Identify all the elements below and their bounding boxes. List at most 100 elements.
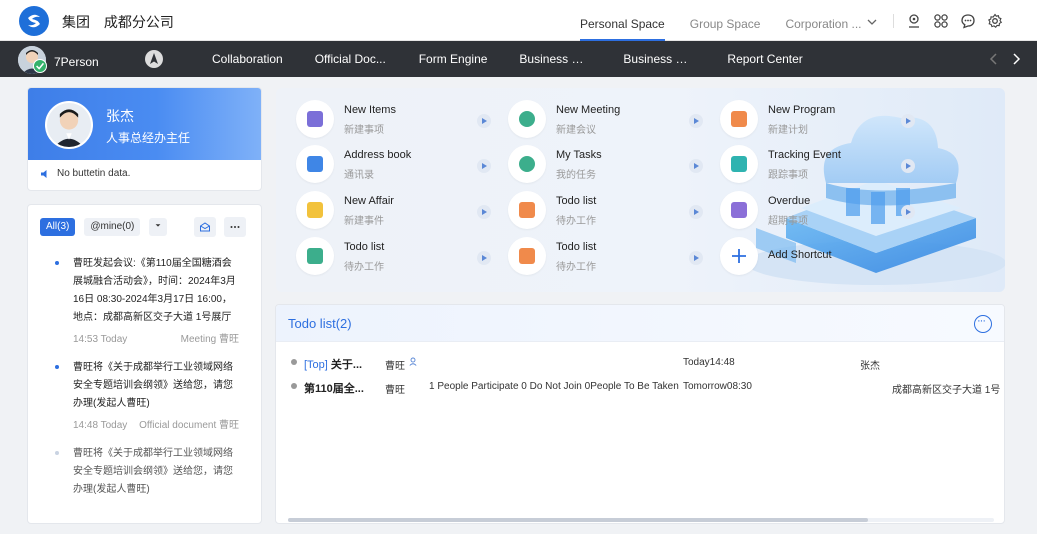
shortcut-title: Todo list: [344, 241, 385, 253]
apps-icon[interactable]: [933, 13, 949, 29]
chevron-right-icon[interactable]: [1008, 51, 1024, 67]
nav-item-form-engine[interactable]: Form Engine: [419, 41, 488, 77]
list-item[interactable]: 曹旺将《关于成都举行工业领域网络安全专题培训会纲领》送给您，请您办理(发起人曹旺…: [28, 445, 261, 499]
shortcut-address-book[interactable]: Address book 通讯录: [276, 145, 491, 185]
org-title: 集团 成都分公司: [62, 12, 184, 32]
shortcut-title: New Meeting: [556, 104, 621, 116]
shortcut-new-meeting[interactable]: New Meeting 新建会议: [488, 100, 703, 140]
shortcut-subtitle: 新建事项: [344, 125, 384, 136]
shortcut-title: My Tasks: [556, 149, 602, 161]
profile-header: 张杰 人事总经办主任: [28, 88, 261, 160]
new-program-icon: [720, 100, 758, 138]
shortcut-panel: New Items 新建事项 New Meeting 新建会议 New Prog…: [276, 88, 1005, 292]
shortcut-overdue[interactable]: Overdue 超期事项: [700, 191, 915, 231]
todo-sender: 曹旺: [385, 361, 405, 372]
nav-menu: Collaboration Official Doc... Form Engin…: [212, 41, 835, 77]
list-item[interactable]: 曹旺将《关于成都举行工业领域网络安全专题培训会纲领》送给您，请您办理(发起人曹旺…: [28, 359, 261, 435]
branch-name: 成都分公司: [103, 14, 174, 30]
arrow-right-icon[interactable]: [901, 205, 915, 219]
new-affair-icon: [296, 191, 334, 229]
location-icon[interactable]: [906, 13, 922, 29]
nav-user-name[interactable]: 7Person: [54, 55, 99, 69]
nav-item-business-or[interactable]: Business Or...: [623, 41, 695, 77]
arrow-right-icon[interactable]: [901, 159, 915, 173]
table-row[interactable]: 第110届全... 曹旺 1 People Participate 0 Do N…: [276, 377, 1004, 397]
todo-subject[interactable]: 第110届全...: [304, 380, 364, 396]
todo-list-icon: [508, 191, 546, 229]
feed-filter-dropdown[interactable]: [149, 218, 168, 236]
tracking-event-icon: [720, 145, 758, 183]
nav-item-business-so[interactable]: Business So...: [519, 41, 591, 77]
overdue-icon: [720, 191, 758, 229]
shortcut-new-affair[interactable]: New Affair 新建事件: [276, 191, 491, 231]
shortcut-tracking-event[interactable]: Tracking Event 跟踪事项: [700, 145, 915, 185]
feed-tab-mine[interactable]: @mine(0): [84, 218, 141, 236]
feed-item-text: 曹旺发起会议:《第110届全国糖酒会展城融合活动会》，时间：2024年3月16日…: [73, 258, 236, 323]
list-item[interactable]: 曹旺发起会议:《第110届全国糖酒会展城融合活动会》，时间：2024年3月16日…: [28, 255, 261, 349]
shortcut-title: Overdue: [768, 195, 811, 207]
scrollbar-thumb[interactable]: [288, 518, 868, 522]
chat-icon[interactable]: [960, 13, 976, 29]
nav-item-report-center[interactable]: Report Center: [727, 41, 802, 77]
nav-item-collaboration[interactable]: Collaboration: [212, 41, 283, 77]
bullet-icon: [291, 383, 297, 389]
shortcut-title: Tracking Event: [768, 149, 841, 161]
profile-name: 张杰: [106, 108, 134, 124]
settings-icon[interactable]: [987, 13, 1003, 29]
shortcut-todo-list-3[interactable]: Todo list 待办工作: [488, 237, 703, 277]
bulletin-text: No buttetin data.: [57, 168, 131, 179]
profile-card: 张杰 人事总经办主任 No buttetin data.: [27, 87, 262, 191]
feed-tools: [194, 217, 254, 237]
shortcut-new-items[interactable]: New Items 新建事项: [276, 100, 491, 140]
table-row[interactable]: [Top] 关于... 曹旺 Today14:48 张杰: [276, 353, 1004, 373]
feed-more-button[interactable]: [224, 217, 246, 237]
user-icon: [409, 357, 417, 366]
todo-subject-text: 关于...: [330, 359, 363, 371]
todo-sender: 曹旺: [385, 385, 405, 396]
todo-list-icon: [296, 237, 334, 275]
bulletin: No buttetin data.: [40, 168, 130, 179]
horizontal-scrollbar[interactable]: [288, 518, 994, 522]
message-feed: All(3) @mine(0) 曹旺发起会议:《第110届全国糖酒会展城融合活动…: [27, 204, 262, 524]
shortcut-title: Address book: [344, 149, 412, 161]
tab-personal-space[interactable]: Personal Space: [580, 0, 665, 41]
shortcut-subtitle: 待办工作: [344, 262, 384, 273]
todo-list-icon: [508, 237, 546, 275]
feed-tabs: All(3) @mine(0): [40, 218, 176, 236]
mark-read-button[interactable]: [194, 217, 216, 237]
todo-time: Today14:48: [683, 357, 735, 368]
chevron-down-icon[interactable]: [866, 16, 878, 28]
add-shortcut-button[interactable]: Add Shortcut: [700, 237, 910, 277]
envelope-icon: [200, 222, 210, 232]
header-icons: [906, 13, 1014, 29]
more-icon[interactable]: [974, 315, 992, 333]
feed-item-source: Meeting 曹旺: [180, 334, 239, 345]
shortcut-todo-list-2[interactable]: Todo list 待办工作: [276, 237, 491, 277]
shortcut-new-program[interactable]: New Program 新建计划: [700, 100, 915, 140]
arrow-right-icon[interactable]: [901, 114, 915, 128]
nav-item-official-doc[interactable]: Official Doc...: [315, 41, 387, 77]
divider: [893, 14, 894, 28]
unread-dot-icon: [55, 365, 59, 369]
profile-avatar[interactable]: [45, 101, 93, 149]
logo-icon: [19, 6, 49, 36]
shortcut-my-tasks[interactable]: My Tasks 我的任务: [488, 145, 703, 185]
shortcut-title: New Affair: [344, 195, 394, 207]
shortcut-title: Todo list: [556, 241, 597, 253]
todo-time: Tomorrow08:30: [683, 381, 752, 392]
todo-address: 成都高新区交子大道 1号: [892, 385, 1001, 396]
tab-group-space[interactable]: Group Space: [690, 0, 761, 41]
chevron-left-icon[interactable]: [986, 51, 1002, 67]
space-tabs: Personal Space Group Space Corporation .…: [580, 0, 905, 41]
feed-item-text: 曹旺将《关于成都举行工业领域网络安全专题培训会纲领》送给您，请您办理(发起人曹旺…: [73, 362, 233, 409]
more-icon: [230, 226, 240, 228]
shortcut-title: New Program: [768, 104, 836, 116]
navigation-icon[interactable]: [145, 50, 163, 68]
read-dot-icon: [55, 451, 59, 455]
feed-item-time: 14:53 Today: [73, 334, 128, 345]
shortcut-todo-list[interactable]: Todo list 待办工作: [488, 191, 703, 231]
feed-tab-all[interactable]: All(3): [40, 218, 76, 236]
plus-icon: [720, 237, 758, 275]
todo-subject[interactable]: [Top] 关于...: [304, 356, 362, 372]
todo-title[interactable]: Todo list(2): [288, 316, 352, 331]
